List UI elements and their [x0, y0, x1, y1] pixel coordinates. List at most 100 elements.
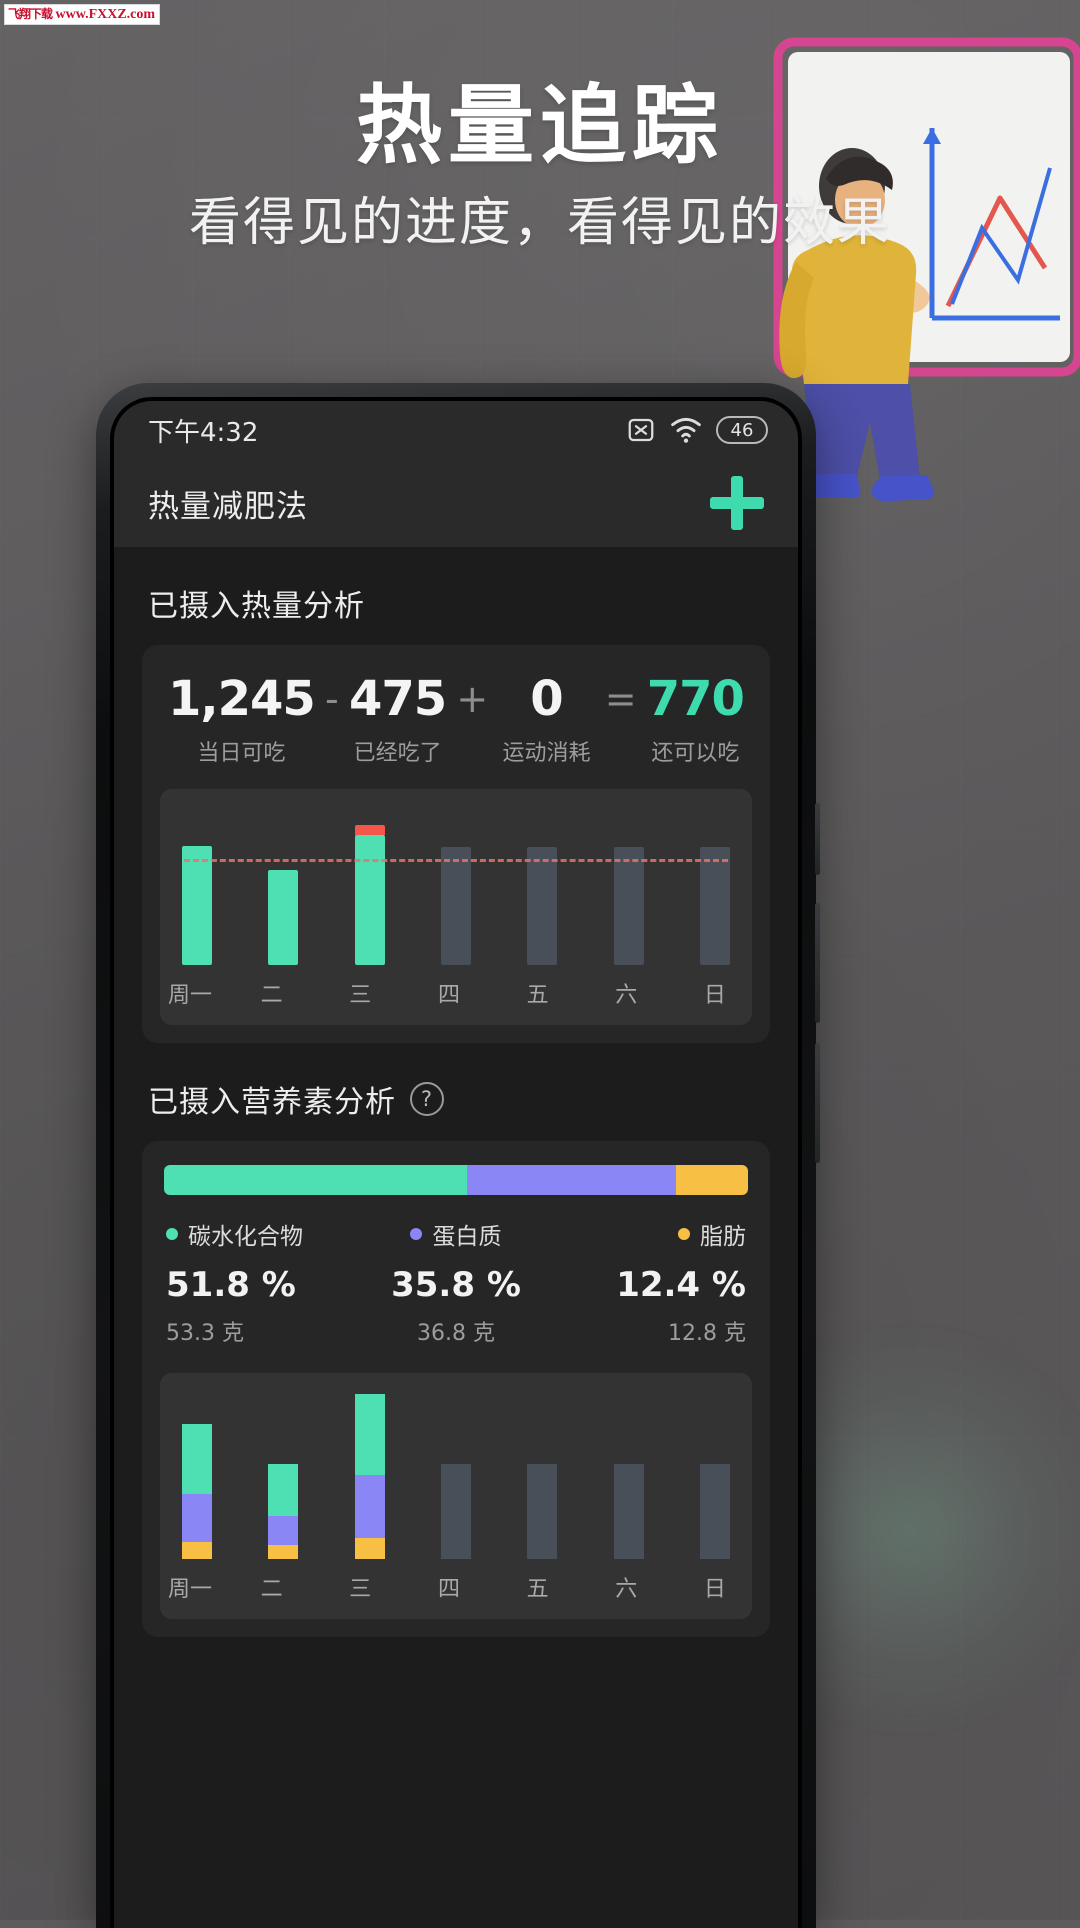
calorie-bar	[268, 870, 299, 965]
nutrient-bar-segment	[354, 1475, 385, 1539]
calorie-bar-column	[354, 805, 385, 965]
promo-headline-block: 热量追踪 看得见的进度，看得见的效果	[0, 76, 1080, 262]
calorie-bar-column	[182, 805, 212, 965]
calorie-bar-placeholder	[527, 847, 558, 965]
calorie-value: 770	[646, 671, 745, 727]
calorie-item: 0 运动消耗	[498, 671, 594, 767]
nutrient-day-label: 五	[526, 1577, 549, 1602]
nutrient-chart[interactable]: 周一 二 三 四 五 六 日	[160, 1373, 752, 1619]
no-sim-icon	[628, 418, 654, 442]
nutrient-bar-column	[268, 1389, 299, 1559]
promo-headline: 热量追踪	[356, 76, 724, 176]
calorie-bars	[174, 805, 738, 965]
nutrient-day-label: 三	[349, 1577, 372, 1602]
calorie-operator: =	[604, 677, 637, 721]
calorie-operator: -	[325, 677, 339, 721]
calorie-bar	[182, 846, 212, 965]
calorie-card: 1,245 当日可吃 -475 已经吃了 +0 运动消耗 = 770 还可以吃 周一 二 三 四 五 六 日	[142, 645, 770, 1043]
nutrient-stacked-bars	[174, 1389, 738, 1559]
calorie-goal-line	[184, 859, 728, 862]
nutrient-bar-segment	[268, 1515, 299, 1545]
nutrient-bar-placeholder	[613, 1464, 644, 1559]
nutrient-ratio-segment	[164, 1165, 467, 1195]
site-watermark: 飞翔下载 www.FXXZ.com	[4, 4, 161, 25]
nutrient-bar-column	[699, 1389, 730, 1559]
calorie-day-label: 日	[703, 983, 726, 1008]
calorie-bar-column	[440, 805, 471, 965]
wifi-icon	[671, 417, 701, 443]
nutrient-day-axis: 周一 二 三 四 五 六 日	[168, 1559, 738, 1619]
nutrient-name: 脂肪	[699, 1224, 746, 1250]
calorie-day-label: 三	[349, 983, 372, 1008]
calorie-bar-column	[699, 805, 730, 965]
nutrient-color-dot	[166, 1228, 178, 1240]
phone-screen: 下午4:32 46 热量减肥法 已摄入热量分析 1,245 当日可吃 - 475…	[114, 401, 798, 1928]
help-icon[interactable]: ?	[410, 1082, 444, 1116]
promo-subheadline: 看得见的进度，看得见的效果	[188, 193, 891, 253]
nutrient-bar-column	[182, 1389, 212, 1559]
add-entry-button[interactable]	[710, 476, 764, 530]
phone-bezel: 下午4:32 46 热量减肥法 已摄入热量分析 1,245 当日可吃 - 475…	[110, 397, 802, 1928]
nutrient-day-label: 周一	[168, 1577, 213, 1602]
nutrient-bar-segment	[182, 1542, 212, 1559]
nutrient-ratio-segment	[675, 1165, 748, 1195]
app-content: 已摄入热量分析 1,245 当日可吃 -475 已经吃了 +0 运动消耗 = 770 还可以吃 …	[114, 547, 798, 1928]
nutrient-legend-item: 蛋白质 35.8 % 36.8 克	[360, 1217, 551, 1347]
nutrient-percent: 35.8 %	[391, 1265, 521, 1305]
nutrient-bar-segment	[182, 1494, 212, 1543]
app-title: 热量减肥法	[148, 488, 308, 525]
calorie-section-label: 已摄入热量分析	[148, 589, 365, 624]
nutrient-day-label: 六	[615, 1577, 638, 1602]
nutrient-bar-segment	[354, 1394, 385, 1476]
calorie-label: 当日可吃	[197, 741, 286, 766]
nutrient-percent: 51.8 %	[166, 1265, 296, 1305]
nutrient-legend: 碳水化合物 51.8 % 53.3 克 蛋白质 35.8 % 36.8 克 脂肪 12.4 %…	[160, 1217, 752, 1347]
calorie-item: 1,245 当日可吃	[168, 671, 316, 767]
nutrient-day-label: 二	[260, 1577, 283, 1602]
nutrient-bar-segment	[268, 1544, 299, 1559]
watermark-site-name: 飞翔下载	[8, 7, 53, 21]
nutrient-legend-item: 脂肪 12.4 % 12.8 克	[555, 1217, 746, 1347]
calorie-bar-overflow	[354, 825, 385, 835]
nutrient-section-label: 已摄入营养素分析	[148, 1085, 396, 1120]
phone-side-button-power	[815, 803, 820, 875]
calorie-bar-placeholder	[440, 847, 471, 965]
app-header: 热量减肥法	[114, 459, 798, 547]
calorie-operator: +	[456, 677, 489, 721]
phone-mockup: 下午4:32 46 热量减肥法 已摄入热量分析 1,245 当日可吃 - 475…	[96, 383, 820, 1928]
watermark-url: www.FXXZ.com	[55, 7, 156, 22]
calorie-label: 运动消耗	[502, 741, 591, 766]
calorie-label: 已经吃了	[353, 741, 442, 766]
nutrient-ratio-segment	[466, 1165, 676, 1195]
calorie-item: 770 还可以吃	[646, 671, 745, 767]
calorie-chart[interactable]: 周一 二 三 四 五 六 日	[160, 789, 752, 1025]
calorie-bar-placeholder	[699, 847, 730, 965]
nutrient-section-title: 已摄入营养素分析 ?	[114, 1043, 798, 1141]
nutrient-legend-head: 蛋白质	[360, 1217, 551, 1251]
nutrient-legend-head: 碳水化合物	[166, 1217, 357, 1251]
status-icon-group: 46	[626, 415, 768, 445]
phone-side-button-volume-down	[815, 1043, 820, 1163]
nutrient-ratio-bar	[164, 1165, 748, 1195]
calorie-item: 475 已经吃了	[349, 671, 447, 767]
nutrient-day-label: 日	[703, 1577, 726, 1602]
nutrient-day-label: 四	[437, 1577, 460, 1602]
calorie-formula-row: 1,245 当日可吃 -475 已经吃了 +0 运动消耗 = 770 还可以吃	[160, 667, 752, 783]
nutrient-bar-column	[527, 1389, 558, 1559]
nutrient-color-dot	[677, 1228, 690, 1240]
nutrient-grams: 53.3 克	[166, 1321, 244, 1346]
calorie-day-label: 六	[615, 983, 638, 1008]
nutrient-legend-item: 碳水化合物 51.8 % 53.3 克	[166, 1217, 357, 1347]
nutrient-name: 蛋白质	[432, 1224, 502, 1250]
nutrient-percent: 12.4 %	[616, 1265, 746, 1305]
nutrient-card: 碳水化合物 51.8 % 53.3 克 蛋白质 35.8 % 36.8 克 脂肪 12.4 %…	[142, 1141, 770, 1637]
nutrient-bar-column	[440, 1389, 471, 1559]
calorie-bar-column	[613, 805, 644, 965]
calorie-value: 1,245	[168, 671, 316, 727]
nutrient-grams: 36.8 克	[417, 1321, 495, 1346]
nutrient-bar-segment	[268, 1463, 299, 1516]
calorie-bar-column	[268, 805, 299, 965]
nutrient-bar-segment	[354, 1538, 385, 1559]
calorie-value: 0	[530, 671, 563, 727]
status-bar: 下午4:32 46	[114, 401, 798, 459]
